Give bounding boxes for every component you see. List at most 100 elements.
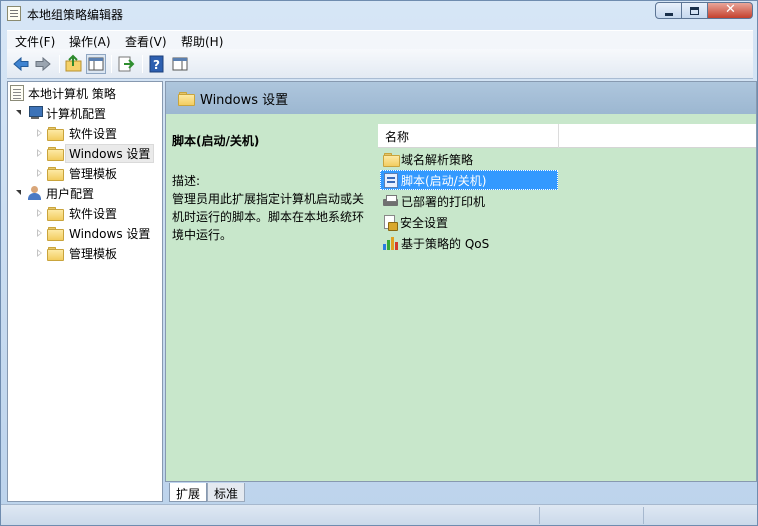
script-icon (384, 172, 398, 188)
up-folder-icon (65, 54, 82, 72)
folder-icon (47, 126, 64, 141)
folder-icon (47, 226, 64, 241)
window-controls: ✕ (655, 2, 753, 19)
tree-item-label: 用户配置 (46, 186, 95, 201)
expand-arrow-icon[interactable] (14, 108, 24, 118)
title-bar[interactable]: 本地组策略编辑器 ✕ (1, 1, 757, 27)
maximize-icon (690, 7, 699, 15)
help-icon: ? (149, 55, 164, 73)
toolbar-separator (59, 55, 60, 73)
tree-item-label: 本地计算机 策略 (28, 86, 116, 101)
column-header-label: 名称 (385, 130, 410, 144)
tree-item-label: 管理模板 (69, 166, 118, 181)
tree-item-label: Windows 设置 (65, 143, 155, 163)
collapse-arrow-icon[interactable] (34, 128, 44, 138)
menu-view[interactable]: 查看(V) (125, 33, 167, 50)
qos-chart-icon (383, 236, 398, 250)
list-item-label: 已部署的打印机 (401, 194, 486, 209)
list-item-deployed-printers[interactable]: 已部署的打印机 (380, 191, 485, 211)
toolbar-separator (111, 55, 112, 73)
list-item-policy-based-qos[interactable]: 基于策略的 QoS (380, 233, 489, 253)
list-item-label: 安全设置 (400, 215, 449, 230)
tab-extended[interactable]: 扩展 (169, 483, 208, 502)
tree-item-user-configuration[interactable]: 用户配置 (14, 184, 94, 202)
list-item-scripts-startup-shutdown[interactable]: 脚本(启动/关机) (380, 170, 558, 190)
folder-icon (47, 166, 64, 181)
export-list-icon (118, 56, 135, 72)
minimize-button[interactable] (655, 2, 682, 19)
tree-item-label: 软件设置 (69, 126, 118, 141)
details-header-title: Windows 设置 (200, 92, 289, 108)
computer-icon (27, 106, 43, 120)
collapse-arrow-icon[interactable] (34, 248, 44, 258)
list-item-label: 基于策略的 QoS (401, 236, 490, 251)
tree-item-label: 计算机配置 (46, 106, 107, 121)
tree-item-computer-configuration[interactable]: 计算机配置 (14, 104, 106, 122)
collapse-arrow-icon[interactable] (34, 228, 44, 238)
list-item-security-settings[interactable]: 安全设置 (380, 212, 448, 232)
tree-item-label: 软件设置 (69, 206, 118, 221)
description-label: 描述: (172, 174, 201, 188)
forward-button[interactable] (33, 54, 53, 74)
details-header: Windows 设置 (166, 82, 756, 114)
window-title: 本地组策略编辑器 (27, 8, 124, 22)
up-folder-button[interactable] (64, 54, 84, 74)
menu-file[interactable]: 文件(F) (15, 33, 55, 50)
user-icon (27, 185, 43, 201)
folder-icon (47, 246, 64, 261)
security-icon (383, 214, 398, 231)
collapse-arrow-icon[interactable] (34, 168, 44, 178)
list-item-label: 脚本(启动/关机) (401, 173, 487, 188)
menu-bar: 文件(F) 操作(A) 查看(V) 帮助(H) (7, 30, 753, 49)
close-button[interactable]: ✕ (708, 2, 753, 19)
folder-icon (383, 152, 400, 167)
column-resize-handle[interactable] (558, 124, 559, 148)
tree-item-windows-settings[interactable]: Windows 设置 (34, 143, 155, 163)
toolbar: ? (7, 49, 753, 79)
tree-item-user-administrative-templates[interactable]: 管理模板 (34, 244, 121, 262)
window: 本地组策略编辑器 ✕ 文件(F) 操作(A) 查看(V) 帮助(H) ? 本地计… (0, 0, 758, 526)
show-hide-tree-button[interactable] (86, 54, 106, 74)
properties-button[interactable] (170, 54, 190, 74)
policy-document-icon (10, 85, 24, 101)
close-icon: ✕ (725, 2, 736, 17)
view-tabs: 扩展 标准 (165, 483, 757, 503)
tab-standard[interactable]: 标准 (207, 483, 246, 502)
printer-icon (383, 194, 398, 208)
status-bar (1, 504, 757, 525)
menu-action[interactable]: 操作(A) (69, 33, 111, 50)
tree-item-local-computer-policy[interactable]: 本地计算机 策略 (10, 84, 116, 102)
policy-editor-app-icon[interactable] (7, 6, 21, 21)
help-button[interactable]: ? (147, 54, 167, 74)
list-item-label: 域名解析策略 (401, 152, 474, 167)
forward-arrow-icon (35, 56, 51, 72)
details-pane: Windows 设置 脚本(启动/关机) 描述: 管理员用此扩展指定计算机启动或… (165, 81, 757, 482)
collapse-arrow-icon[interactable] (34, 148, 44, 158)
back-arrow-icon (13, 56, 29, 72)
tree-item-user-software-settings[interactable]: 软件设置 (34, 204, 121, 222)
selected-item-title: 脚本(启动/关机) (172, 134, 260, 148)
status-cell (539, 507, 643, 524)
list-item-name-resolution-policy[interactable]: 域名解析策略 (380, 149, 473, 169)
name-column-header[interactable]: 名称 (378, 124, 756, 148)
back-button[interactable] (11, 54, 31, 74)
toolbar-separator (142, 55, 143, 73)
collapse-arrow-icon[interactable] (34, 208, 44, 218)
tree-item-administrative-templates[interactable]: 管理模板 (34, 164, 121, 182)
tree-item-software-settings[interactable]: 软件设置 (34, 124, 121, 142)
console-tree-icon (88, 57, 104, 71)
folder-icon (47, 206, 64, 221)
svg-text:?: ? (153, 58, 160, 72)
expand-arrow-icon[interactable] (14, 188, 24, 198)
maximize-button[interactable] (682, 2, 708, 19)
description-text: 管理员用此扩展指定计算机启动或关机时运行的脚本。脚本在本地系统环境中运行。 (172, 192, 365, 242)
show-action-pane-icon (172, 57, 188, 71)
export-list-button[interactable] (116, 54, 136, 74)
tree-item-label: Windows 设置 (69, 226, 151, 241)
console-tree: 本地计算机 策略 计算机配置 软件设置 Windows 设置 管理模板 用户配置 (7, 81, 163, 502)
status-cell (643, 507, 755, 524)
menu-help[interactable]: 帮助(H) (181, 33, 223, 50)
tree-item-user-windows-settings[interactable]: Windows 设置 (34, 224, 154, 242)
minimize-icon (665, 13, 673, 16)
folder-icon (178, 91, 195, 106)
